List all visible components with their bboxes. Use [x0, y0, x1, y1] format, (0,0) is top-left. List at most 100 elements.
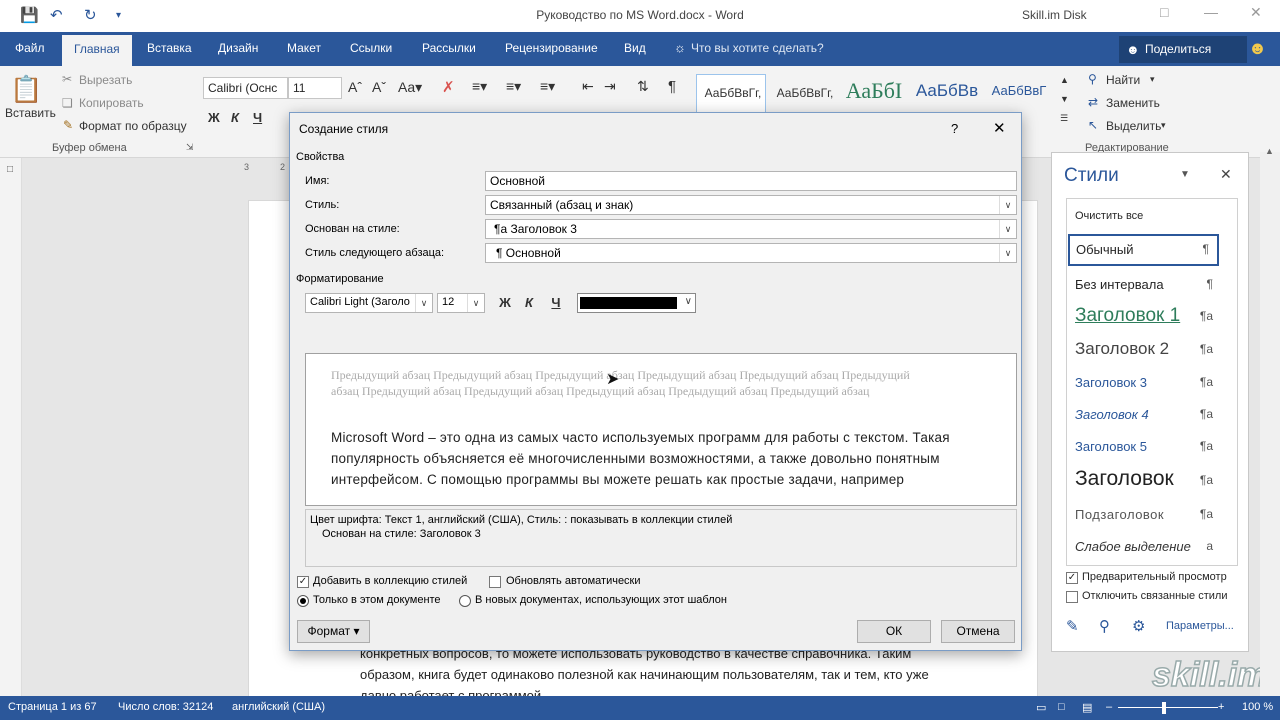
- copy-button[interactable]: Копировать: [79, 96, 144, 110]
- decrease-indent-icon[interactable]: ⇤: [582, 78, 594, 95]
- multilevel-list-icon[interactable]: ≡▾: [540, 78, 555, 95]
- pane-close-icon[interactable]: ✕: [1220, 166, 1232, 183]
- select-button[interactable]: Выделить: [1106, 119, 1161, 133]
- web-layout-icon[interactable]: ▤: [1082, 701, 1092, 714]
- gallery-scroll-down-icon[interactable]: ▼: [1060, 94, 1069, 104]
- minimize-icon[interactable]: —: [1204, 4, 1218, 20]
- replace-button[interactable]: Заменить: [1106, 96, 1160, 110]
- sort-icon[interactable]: ⇅: [637, 78, 649, 95]
- close-dialog-icon[interactable]: ✕: [993, 119, 1006, 137]
- style-item-heading-5[interactable]: Заголовок 5 ¶a: [1067, 433, 1239, 463]
- chevron-down-icon[interactable]: ∨: [999, 196, 1016, 214]
- clear-all-button[interactable]: Очистить все: [1075, 210, 1225, 222]
- underline-button[interactable]: Ч: [546, 292, 566, 314]
- size-select[interactable]: 12 ∨: [437, 293, 485, 313]
- preview-checkbox[interactable]: ✓: [1066, 572, 1078, 584]
- language[interactable]: английский (США): [232, 701, 325, 713]
- find-button[interactable]: Найти: [1106, 73, 1140, 87]
- shrink-font-icon[interactable]: Aˇ: [372, 79, 386, 95]
- ok-button[interactable]: ОК: [857, 620, 931, 643]
- bold-button[interactable]: Ж: [495, 292, 515, 314]
- style-item-subtle-emphasis[interactable]: Слабое выделение a: [1067, 533, 1239, 563]
- format-menu-button[interactable]: Формат ▾: [297, 620, 370, 643]
- style-type-select[interactable]: Связанный (абзац и знак) ∨: [485, 195, 1017, 215]
- ribbon-size-combo[interactable]: 11: [288, 77, 342, 99]
- style-name-input[interactable]: Основной: [485, 171, 1017, 191]
- tab-view[interactable]: Вид: [624, 41, 646, 55]
- help-button[interactable]: ?: [951, 121, 958, 136]
- new-documents-radio[interactable]: [459, 595, 471, 607]
- tab-design[interactable]: Дизайн: [218, 41, 258, 55]
- ribbon-options-icon[interactable]: □: [1160, 4, 1168, 20]
- cut-button[interactable]: Вырезать: [79, 73, 132, 87]
- grow-font-icon[interactable]: Aˆ: [348, 79, 362, 95]
- gallery-style-3[interactable]: АаБбI: [842, 78, 906, 110]
- style-item-heading-4[interactable]: Заголовок 4 ¶a: [1067, 401, 1239, 431]
- chevron-down-icon[interactable]: ∨: [999, 244, 1016, 262]
- show-marks-icon[interactable]: ¶: [668, 78, 676, 95]
- chevron-down-icon[interactable]: ∨: [467, 294, 484, 312]
- change-case-icon[interactable]: Aa▾: [398, 79, 422, 96]
- only-this-document-radio[interactable]: [297, 595, 309, 607]
- zoom-level[interactable]: 100 %: [1242, 701, 1273, 713]
- tab-review[interactable]: Рецензирование: [505, 41, 598, 55]
- gallery-style-1[interactable]: АаБбВвГг,: [698, 78, 768, 110]
- style-item-no-spacing[interactable]: Без интервала ¶: [1067, 271, 1239, 301]
- gallery-style-2[interactable]: АаБбВвГг,: [770, 78, 840, 110]
- close-window-icon[interactable]: ✕: [1250, 4, 1262, 21]
- clear-formatting-icon[interactable]: ✗: [442, 78, 455, 96]
- style-item-heading-3[interactable]: Заголовок 3 ¶a: [1067, 369, 1239, 399]
- chevron-down-icon[interactable]: ∨: [999, 220, 1016, 238]
- zoom-out-icon[interactable]: –: [1106, 701, 1112, 713]
- style-inspector-icon[interactable]: ⚲: [1099, 617, 1110, 635]
- italic-button[interactable]: К: [519, 292, 539, 314]
- style-item-subtitle[interactable]: Подзаголовок ¶a: [1067, 501, 1239, 531]
- bullets-icon[interactable]: ≡▾: [472, 78, 487, 95]
- manage-styles-icon[interactable]: ⚙: [1132, 617, 1145, 635]
- tab-home[interactable]: Главная: [62, 35, 132, 66]
- tab-references[interactable]: Ссылки: [350, 41, 392, 55]
- paste-icon[interactable]: 📋: [10, 74, 42, 105]
- font-select[interactable]: Calibri Light (Заголо ∨: [305, 293, 433, 313]
- next-style-select[interactable]: ¶ Основной ∨: [485, 243, 1017, 263]
- zoom-thumb[interactable]: [1162, 702, 1166, 714]
- tab-mailings[interactable]: Рассылки: [422, 41, 476, 55]
- new-style-icon[interactable]: ✎: [1066, 617, 1079, 635]
- auto-update-checkbox[interactable]: [489, 576, 501, 588]
- tell-me-input[interactable]: Что вы хотите сделать?: [691, 41, 824, 55]
- dialog-launcher-icon[interactable]: ⇲: [186, 142, 194, 153]
- ribbon-bold-button[interactable]: Ж: [208, 110, 220, 125]
- increase-indent-icon[interactable]: ⇥: [604, 78, 616, 95]
- ribbon-underline-button[interactable]: Ч: [253, 110, 262, 125]
- ribbon-italic-button[interactable]: К: [231, 110, 239, 125]
- zoom-in-icon[interactable]: +: [1218, 701, 1224, 713]
- options-link[interactable]: Параметры...: [1166, 620, 1234, 632]
- word-count[interactable]: Число слов: 32124: [118, 701, 213, 713]
- select-dropdown-icon[interactable]: ▾: [1161, 120, 1166, 131]
- format-painter-button[interactable]: Формат по образцу: [79, 119, 187, 133]
- chevron-down-icon[interactable]: ∨: [685, 296, 692, 307]
- read-mode-icon[interactable]: ▭: [1036, 701, 1046, 714]
- style-item-heading-1[interactable]: Заголовок 1 ¶a: [1067, 301, 1239, 335]
- chevron-down-icon[interactable]: ∨: [415, 294, 432, 312]
- zoom-slider[interactable]: [1118, 707, 1218, 708]
- pane-menu-icon[interactable]: ▼: [1180, 169, 1190, 180]
- numbering-icon[interactable]: ≡▾: [506, 78, 521, 95]
- gallery-style-4[interactable]: АаБбВв: [912, 78, 982, 110]
- add-to-gallery-checkbox[interactable]: ✓: [297, 576, 309, 588]
- tab-file[interactable]: Файл: [15, 41, 45, 55]
- gallery-style-5[interactable]: АаБбВвГ: [984, 78, 1054, 110]
- cancel-button[interactable]: Отмена: [941, 620, 1015, 643]
- tab-layout[interactable]: Макет: [287, 41, 321, 55]
- smiley-feedback-icon[interactable]: ☻: [1248, 38, 1267, 59]
- tab-insert[interactable]: Вставка: [147, 41, 192, 55]
- scroll-up-icon[interactable]: ▲: [1265, 146, 1274, 156]
- style-item-normal[interactable]: Обычный ¶: [1068, 234, 1219, 266]
- find-dropdown-icon[interactable]: ▾: [1150, 74, 1155, 85]
- style-item-title[interactable]: Заголовок ¶a: [1067, 463, 1239, 499]
- linked-styles-checkbox[interactable]: [1066, 591, 1078, 603]
- ribbon-font-combo[interactable]: Calibri (Оснс: [203, 77, 288, 99]
- vertical-scrollbar[interactable]: ▲: [1260, 146, 1280, 696]
- gallery-scroll-up-icon[interactable]: ▲: [1060, 75, 1069, 85]
- print-layout-icon[interactable]: □: [1058, 701, 1065, 713]
